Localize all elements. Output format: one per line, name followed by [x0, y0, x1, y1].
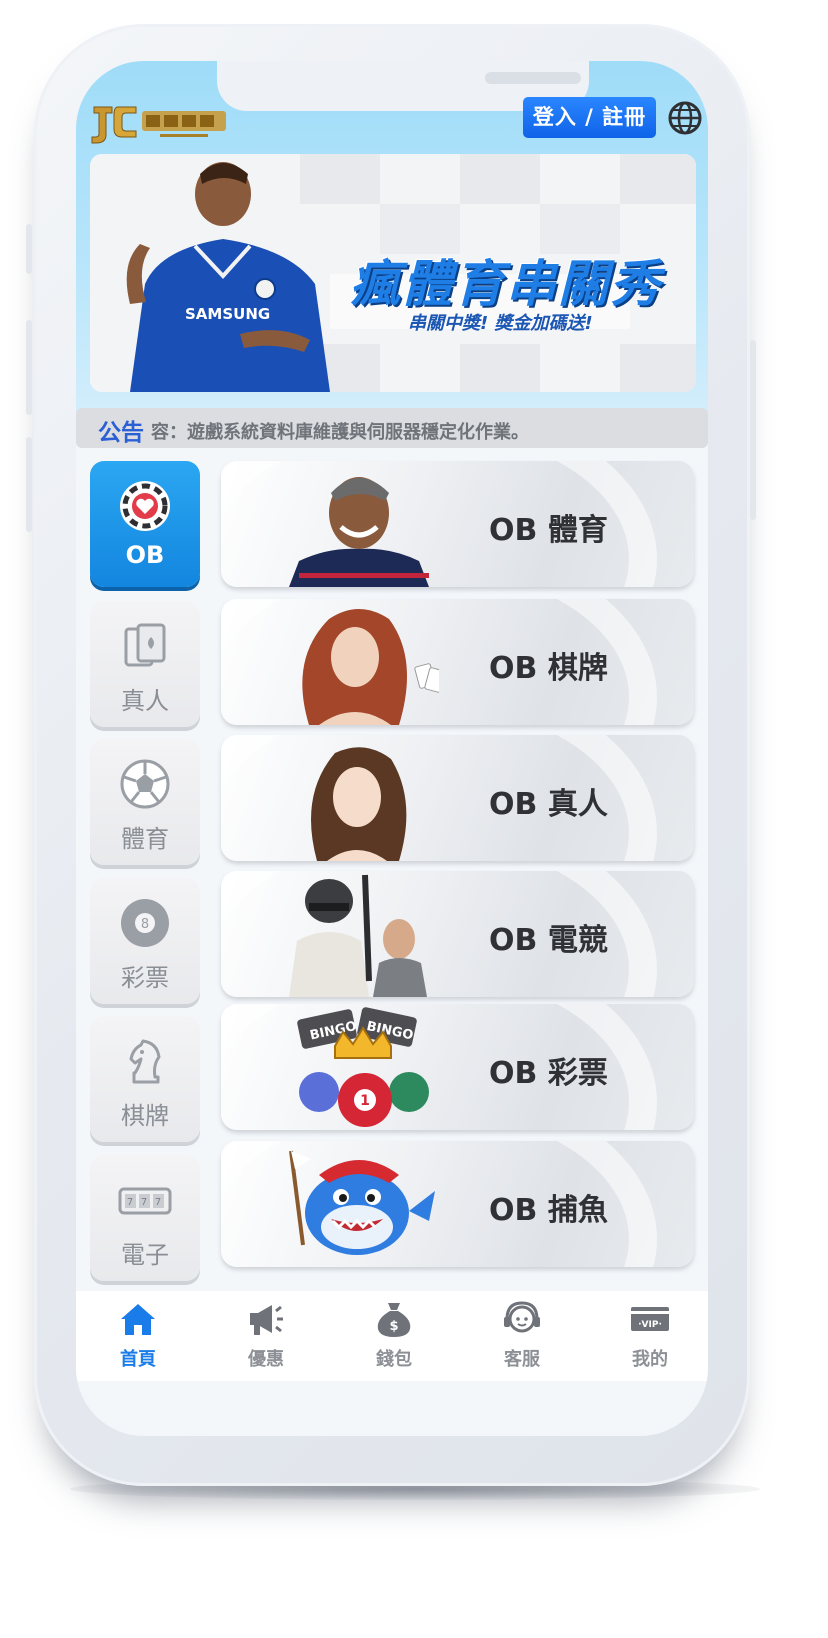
category-label: 電子: [121, 1241, 169, 1269]
game-card-ob-esports[interactable]: OB 電競: [221, 871, 694, 997]
soccer-ball-icon: [120, 759, 170, 809]
announcement-label: 公告: [98, 420, 144, 446]
category-ob[interactable]: OB: [90, 461, 200, 587]
game-name: OB 捕魚: [489, 1193, 608, 1228]
phone-screen: 登入 / 註冊 SAMSUNG 瘋體育串關秀 串關中獎! 獎金加碼送! 公告 容…: [76, 61, 708, 1436]
game-card-ob-sports[interactable]: OB 體育: [221, 461, 694, 587]
svg-text:7: 7: [155, 1197, 161, 1208]
tab-label: 客服: [504, 1349, 540, 1370]
globe-icon[interactable]: [666, 99, 704, 137]
game-name: OB 彩票: [489, 1056, 608, 1091]
category-chess[interactable]: 棋牌: [90, 1016, 200, 1142]
live-dealer-image: [311, 747, 407, 861]
svg-text:8: 8: [141, 917, 149, 932]
bottom-tab-bar: 首頁 優惠 $ 錢包 客服 ·VIP· 我的: [76, 1291, 708, 1381]
category-label: 真人: [121, 687, 169, 715]
category-label: 棋牌: [121, 1102, 169, 1130]
game-name: OB 棋牌: [489, 651, 608, 686]
login-register-button[interactable]: 登入 / 註冊: [523, 97, 656, 138]
shark-mascot-image: [289, 1150, 435, 1255]
home-icon: [121, 1304, 155, 1335]
game-card-ob-chess[interactable]: OB 棋牌: [221, 599, 694, 725]
logo[interactable]: [88, 99, 228, 145]
lottery-ball-icon: 8: [121, 899, 169, 947]
money-bag-icon: $: [377, 1303, 411, 1337]
tab-label: 優惠: [248, 1349, 284, 1370]
tab-wallet[interactable]: $ 錢包: [354, 1299, 434, 1379]
chip-icon: [120, 481, 170, 531]
game-card-ob-lottery[interactable]: BINGO BINGO 1 OB 彩票: [221, 1004, 694, 1130]
category-label: OB: [125, 541, 165, 569]
svg-text:$: $: [389, 1319, 398, 1334]
svg-text:·VIP·: ·VIP·: [638, 1320, 662, 1330]
tab-home[interactable]: 首頁: [98, 1299, 178, 1379]
svg-text:1: 1: [360, 1093, 370, 1109]
category-live[interactable]: 真人: [90, 601, 200, 727]
game-name: OB 體育: [489, 513, 608, 548]
cards-icon: [124, 623, 166, 667]
speaker: [485, 72, 581, 84]
tab-support[interactable]: 客服: [482, 1299, 562, 1379]
esports-characters-image: [289, 874, 427, 997]
game-card-ob-live[interactable]: OB 真人: [221, 735, 694, 861]
category-label: 彩票: [121, 964, 169, 992]
tab-profile[interactable]: ·VIP· 我的: [610, 1299, 690, 1379]
svg-text:7: 7: [141, 1197, 147, 1208]
category-sports[interactable]: 體育: [90, 739, 200, 865]
announcement-text: 容：遊戲系統資料庫維護與伺服器穩定化作業。: [151, 422, 529, 443]
svg-text:7: 7: [127, 1197, 133, 1208]
announcement-bar[interactable]: 公告 容：遊戲系統資料庫維護與伺服器穩定化作業。: [76, 408, 708, 448]
category-slots[interactable]: 7 7 7 電子: [90, 1155, 200, 1281]
category-lottery[interactable]: 8 彩票: [90, 878, 200, 1004]
banner-title: 瘋體育串關秀: [350, 255, 662, 313]
tab-label: 我的: [632, 1349, 668, 1370]
card-dealer-image: [302, 609, 439, 725]
mute-switch: [26, 224, 32, 274]
lottery-balls-image: BINGO BINGO 1: [297, 1007, 429, 1127]
game-name: OB 電競: [489, 923, 608, 958]
tab-promotions[interactable]: 優惠: [226, 1299, 306, 1379]
banner-subtitle: 串關中獎! 獎金加碼送!: [408, 313, 593, 334]
support-agent-icon: [504, 1301, 540, 1333]
volume-up-button: [26, 320, 32, 415]
slot-machine-icon: 7 7 7: [118, 1187, 172, 1215]
power-button: [750, 340, 756, 520]
game-name: OB 真人: [489, 787, 608, 822]
volume-down-button: [26, 437, 32, 532]
svg-text:SAMSUNG: SAMSUNG: [185, 305, 270, 323]
tab-label: 首頁: [120, 1349, 156, 1370]
category-label: 體育: [121, 825, 169, 853]
tab-label: 錢包: [376, 1349, 412, 1370]
vip-card-icon: ·VIP·: [631, 1307, 669, 1331]
promo-banner[interactable]: SAMSUNG 瘋體育串關秀 串關中獎! 獎金加碼送!: [90, 154, 696, 392]
athlete-image: [289, 477, 429, 587]
chess-knight-icon: [129, 1039, 161, 1084]
megaphone-icon: [250, 1305, 283, 1335]
game-card-ob-fishing[interactable]: OB 捕魚: [221, 1141, 694, 1267]
